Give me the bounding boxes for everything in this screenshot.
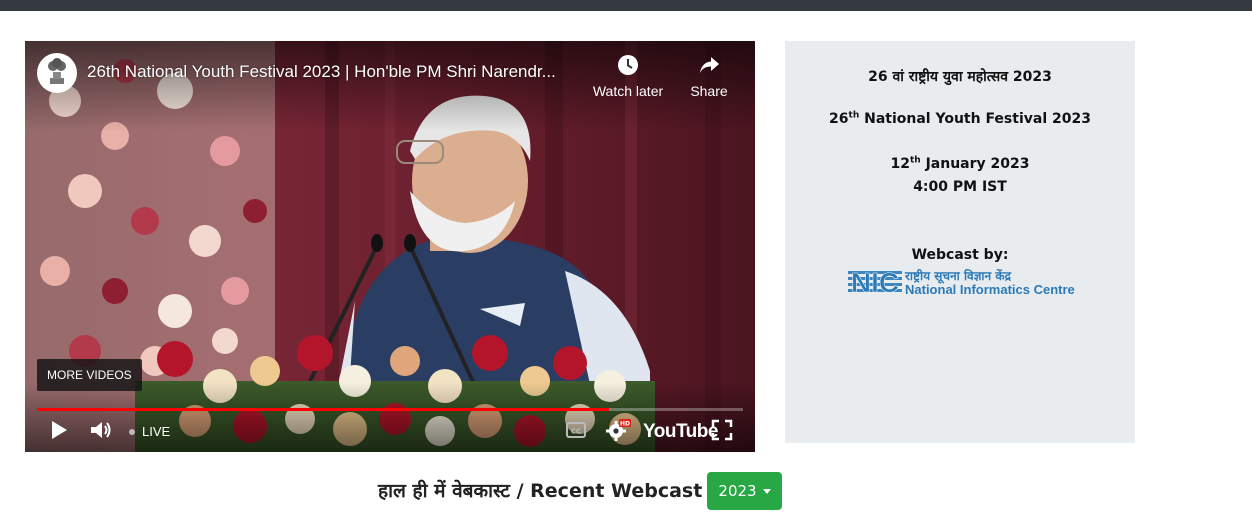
fullscreen-icon bbox=[711, 419, 733, 446]
more-videos-button[interactable]: MORE VIDEOS bbox=[37, 359, 142, 391]
emblem-icon bbox=[45, 56, 69, 91]
year-dropdown-button[interactable]: 2023 bbox=[707, 472, 782, 510]
clock-icon bbox=[588, 53, 668, 79]
webcast-by-label: Webcast by: bbox=[911, 247, 1009, 263]
event-date-sup: th bbox=[909, 155, 921, 166]
volume-button[interactable] bbox=[89, 419, 113, 445]
event-date: 12th January 2023 bbox=[785, 156, 1135, 172]
event-title-english: 26th National Youth Festival 2023 bbox=[785, 111, 1135, 127]
event-info-panel: 26 वां राष्ट्रीय युवा महोत्सव 2023 26th … bbox=[785, 41, 1135, 443]
share-button[interactable]: Share bbox=[669, 53, 749, 99]
volume-icon bbox=[89, 419, 113, 446]
event-title-hindi: 26 वां राष्ट्रीय युवा महोत्सव 2023 bbox=[868, 69, 1052, 85]
top-navbar bbox=[0, 0, 1252, 11]
progress-bar[interactable] bbox=[37, 408, 743, 411]
video-player[interactable]: 26th National Youth Festival 2023 | Hon'… bbox=[25, 41, 755, 452]
settings-button[interactable]: HD bbox=[605, 418, 631, 447]
recent-webcast-heading: हाल ही में वेबकास्ट / Recent Webcast bbox=[378, 480, 703, 502]
hd-badge: HD bbox=[620, 420, 630, 427]
play-button[interactable] bbox=[49, 419, 69, 445]
caret-down-icon bbox=[762, 488, 771, 494]
settings-icon: HD bbox=[605, 418, 631, 447]
event-date-text: January 2023 bbox=[920, 156, 1030, 172]
share-label: Share bbox=[690, 83, 728, 99]
year-dropdown-label: 2023 bbox=[718, 482, 757, 500]
play-icon bbox=[49, 419, 69, 446]
live-label: LIVE bbox=[142, 424, 171, 439]
svg-text:CC: CC bbox=[571, 427, 581, 435]
captions-button[interactable]: CC bbox=[566, 419, 586, 445]
progress-fill bbox=[37, 408, 609, 411]
captions-icon: CC bbox=[566, 421, 586, 443]
fullscreen-button[interactable] bbox=[711, 419, 733, 445]
youtube-logo-button[interactable]: YouTube bbox=[643, 421, 718, 443]
watch-later-button[interactable]: Watch later bbox=[588, 53, 668, 99]
channel-avatar[interactable] bbox=[37, 53, 77, 93]
nic-logo[interactable]: NIC राष्ट्रीय सूचना विज्ञान केंद्र Natio… bbox=[848, 267, 1078, 298]
video-title[interactable]: 26th National Youth Festival 2023 | Hon'… bbox=[87, 62, 587, 82]
event-title-text: National Youth Festival 2023 bbox=[859, 111, 1091, 127]
event-title-suffix-sup: th bbox=[848, 110, 860, 121]
nic-english-name: National Informatics Centre bbox=[905, 282, 1075, 297]
nic-abbr: NIC bbox=[851, 268, 899, 298]
live-dot bbox=[129, 428, 135, 435]
event-date-day: 12 bbox=[890, 156, 910, 172]
share-icon bbox=[669, 53, 749, 79]
event-time: 4:00 PM IST bbox=[913, 179, 1007, 195]
watch-later-label: Watch later bbox=[592, 83, 664, 99]
live-indicator[interactable]: LIVE bbox=[129, 424, 170, 439]
event-title-number: 26 bbox=[829, 111, 849, 127]
